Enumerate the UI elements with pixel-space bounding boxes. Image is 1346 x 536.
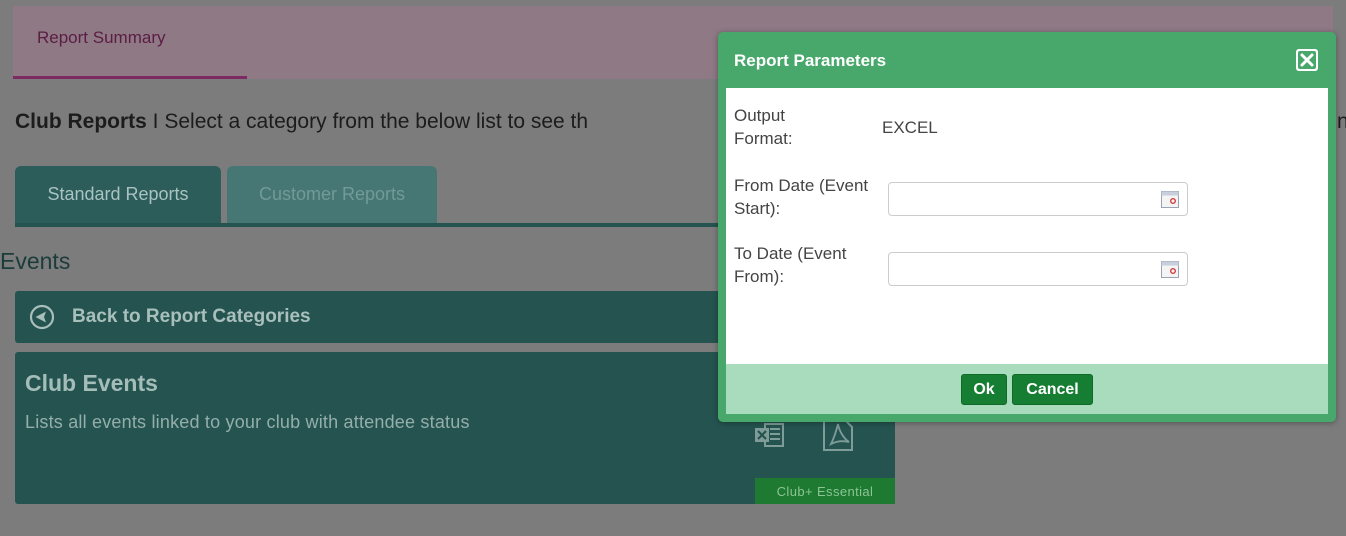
dialog-title: Report Parameters <box>734 51 887 70</box>
ok-button[interactable]: Ok <box>961 374 1007 405</box>
dialog-body: Output Format: EXCEL From Date (Event St… <box>726 88 1328 364</box>
calendar-icon[interactable] <box>1161 261 1179 278</box>
to-date-input[interactable] <box>895 253 1149 285</box>
tab-report-summary[interactable]: Report Summary <box>13 6 247 79</box>
back-arrow-icon <box>29 304 55 330</box>
page-heading-bold: Club Reports <box>15 110 147 133</box>
tab-report-summary-label: Report Summary <box>37 28 166 47</box>
cancel-button[interactable]: Cancel <box>1012 374 1093 405</box>
plan-badge: Club+ Essential <box>755 478 895 504</box>
from-date-input[interactable] <box>895 183 1149 215</box>
tab-customer-reports[interactable]: Customer Reports <box>227 166 437 223</box>
output-format-value: EXCEL <box>882 118 938 137</box>
from-date-field[interactable] <box>888 182 1188 216</box>
close-icon[interactable] <box>1296 49 1318 71</box>
page-heading-clipped: n <box>1337 110 1346 133</box>
tab-standard-reports[interactable]: Standard Reports <box>15 166 221 223</box>
output-format-label: Output Format: <box>734 106 793 148</box>
page-heading: Club Reports I Select a category from th… <box>15 110 588 134</box>
calendar-icon[interactable] <box>1161 191 1179 208</box>
excel-icon[interactable] <box>753 418 787 452</box>
active-tab-underline <box>13 76 247 79</box>
dialog-footer: Ok Cancel <box>726 364 1328 414</box>
page-heading-text: I Select a category from the below list … <box>146 110 589 133</box>
report-card-description: Lists all events linked to your club wit… <box>25 412 470 432</box>
to-date-label: To Date (Event From): <box>734 244 847 286</box>
report-parameters-dialog: Report Parameters Output Format: EXCEL F… <box>718 32 1336 422</box>
section-title: Events <box>0 248 71 274</box>
back-to-categories-label: Back to Report Categories <box>72 306 311 327</box>
report-card-title: Club Events <box>25 370 158 396</box>
from-date-label: From Date (Event Start): <box>734 176 869 218</box>
to-date-field[interactable] <box>888 252 1188 286</box>
